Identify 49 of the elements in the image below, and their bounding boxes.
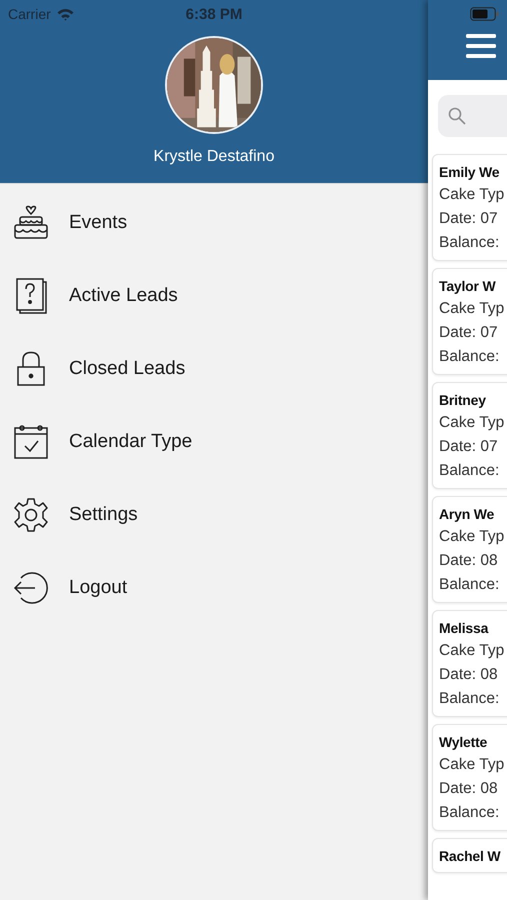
cake-icon [13,204,49,240]
card-detail: Date: 07 [439,324,499,342]
event-card[interactable]: Rachel W [432,838,507,873]
card-detail: Cake Typ [439,414,506,432]
client-name: Emily We [439,164,500,180]
card-detail: Cake Typ [439,642,506,660]
menu-item[interactable]: Events [0,186,428,259]
menu-item[interactable]: Closed Leads [0,332,428,405]
battery-icon [470,7,500,21]
card-detail: Date: 07 [439,438,499,456]
menu-item[interactable]: Settings [0,478,428,551]
event-card[interactable]: Melissa Cake Typ Date: 08 Balance: [432,610,507,717]
menu-item[interactable]: Logout [0,551,428,624]
card-detail: Date: 08 [439,666,499,684]
status-time: 6:38 PM [186,6,242,22]
client-name: Britney [439,392,487,408]
event-card[interactable]: Aryn We Cake Typ Date: 08 Balance: [432,496,507,603]
settings-icon [13,496,49,532]
card-detail: Date: 08 [439,780,499,798]
logout-icon [13,570,49,606]
client-name: Rachel W [439,848,502,864]
calendar-icon [13,424,49,460]
card-detail: Date: 07 [439,210,499,228]
event-card[interactable]: Wylette Cake Typ Date: 08 Balance: [432,724,507,831]
card-detail: Cake Typ [439,528,506,546]
client-name: Aryn We [439,506,496,522]
menu-icon[interactable] [466,34,496,58]
card-detail: Balance: [439,576,500,594]
card-detail: Date: 08 [439,552,499,570]
card-detail: Balance: [439,462,500,480]
search-icon [448,107,466,125]
carrier-name: Carrier [8,6,51,22]
profile-name: Krystle Destafino [154,148,274,166]
menu-item[interactable]: Active Leads [0,259,428,332]
event-card[interactable]: Emily We Cake Typ Date: 07 Balance: [432,154,507,261]
client-name: Melissa [439,620,490,636]
client-name: Taylor W [439,278,497,294]
event-card[interactable]: Britney Cake Typ Date: 07 Balance: [432,382,507,489]
wifi-icon [56,8,74,20]
event-card[interactable]: Taylor W Cake Typ Date: 07 Balance: [432,268,507,375]
menu-item[interactable]: Calendar Type [0,405,428,478]
card-detail: Balance: [439,234,500,252]
card-detail: Cake Typ [439,300,506,318]
card-detail: Balance: [439,804,500,822]
card-detail: Cake Typ [439,186,506,204]
card-detail: Cake Typ [439,756,506,774]
client-name: Wylette [439,734,488,750]
card-detail: Balance: [439,690,500,708]
card-detail: Balance: [439,348,500,366]
